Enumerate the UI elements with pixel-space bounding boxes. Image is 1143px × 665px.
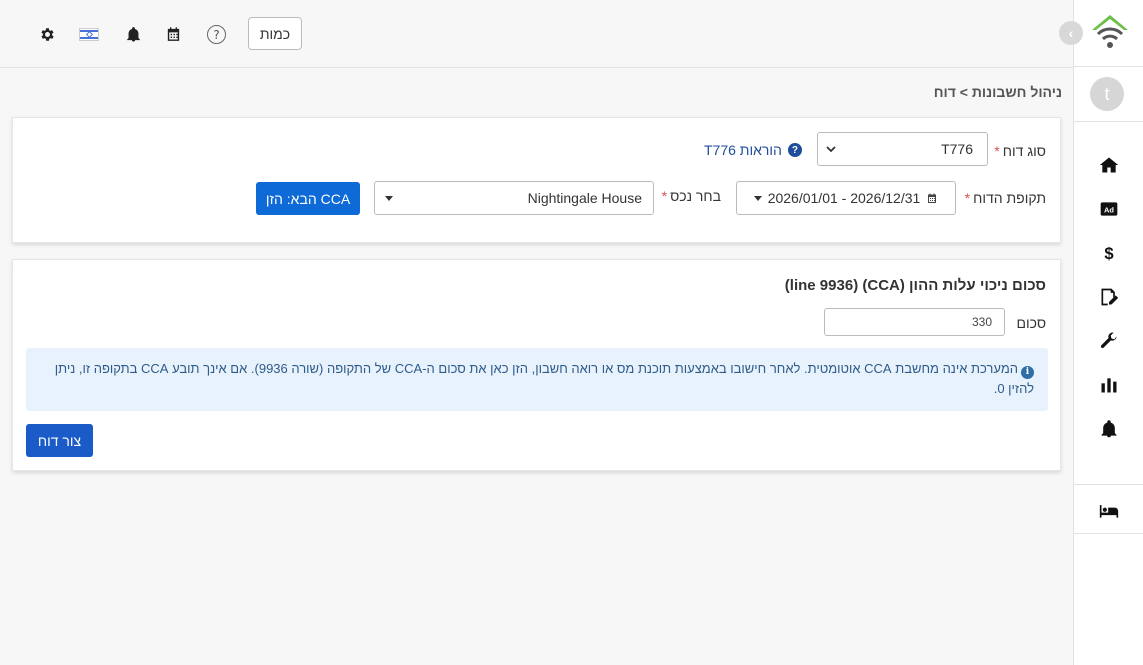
report-type-label: סוג דוח* [994,143,1046,159]
ad-icon[interactable]: Ad [1098,198,1120,220]
property-label: בחר נכס* [661,188,721,204]
bar-chart-icon[interactable] [1098,374,1120,396]
calendar-icon[interactable] [163,24,183,44]
wrench-icon[interactable] [1098,330,1120,352]
help-circle-icon[interactable]: ? [207,25,226,44]
breadcrumb[interactable]: ניהול חשבונות > דוח [934,84,1062,100]
sidebar: ‹ t Ad $ [1059,0,1143,665]
sidebar-divider [1074,66,1143,67]
document-edit-icon[interactable] [1098,286,1120,308]
caret-down-icon [385,195,393,201]
avatar[interactable]: t [1090,77,1124,111]
required-mark: * [994,143,1000,159]
next-enter-cca-button[interactable]: הבא: הזן CCA [256,182,360,215]
section-title: סכום ניכוי עלות ההון (CCA) (line 9936) [784,277,1046,294]
collapse-sidebar-button[interactable]: ‹ [1059,21,1083,45]
info-text: המערכת אינה מחשבת CCA אוטומטית. לאחר חיש… [54,361,1034,396]
info-box: iהמערכת אינה מחשבת CCA אוטומטית. לאחר חי… [26,348,1048,411]
create-report-button[interactable]: צור דוח [26,424,93,457]
required-mark: * [964,190,971,206]
period-label: תקופת הדוח* [964,190,1046,206]
report-type-select[interactable]: T776 [817,132,988,166]
help-icon: ? [787,143,802,157]
amount-input[interactable]: 330 [824,308,1005,336]
units-button[interactable]: כמות [248,17,302,50]
chevron-left-icon: ‹ [1068,25,1074,41]
caret-down-icon [753,195,762,201]
svg-text:$: $ [1104,244,1114,263]
sidebar-divider [1074,121,1143,122]
bell-icon[interactable] [123,24,143,44]
dollar-icon[interactable]: $ [1098,242,1120,264]
report-filters-card: סוג דוח* T776 ? הוראות T776 תקופת הדוח* … [12,117,1061,243]
amount-label: סכום [1016,315,1046,331]
period-picker[interactable]: 2026/01/01 - 2026/12/31 [736,181,956,215]
calendar-icon [928,193,937,203]
logo[interactable] [1089,12,1131,52]
info-icon: i [1021,365,1034,379]
svg-text:Ad: Ad [1104,205,1114,214]
sidebar-divider [1074,533,1143,534]
instructions-link[interactable]: ? הוראות T776 [704,142,802,158]
sidebar-divider [1074,484,1143,485]
gear-icon[interactable] [37,24,57,44]
bed-icon[interactable] [1098,500,1120,522]
home-icon[interactable] [1098,154,1120,176]
property-select[interactable]: Nightingale House [374,181,654,215]
cca-card: סכום ניכוי עלות ההון (CCA) (line 9936) ס… [12,259,1061,471]
top-bar: ? כמות [0,0,1073,68]
israel-flag-icon[interactable] [79,28,99,41]
required-mark: * [661,188,668,204]
bell-icon[interactable] [1098,418,1120,440]
chevron-down-icon [826,146,836,153]
